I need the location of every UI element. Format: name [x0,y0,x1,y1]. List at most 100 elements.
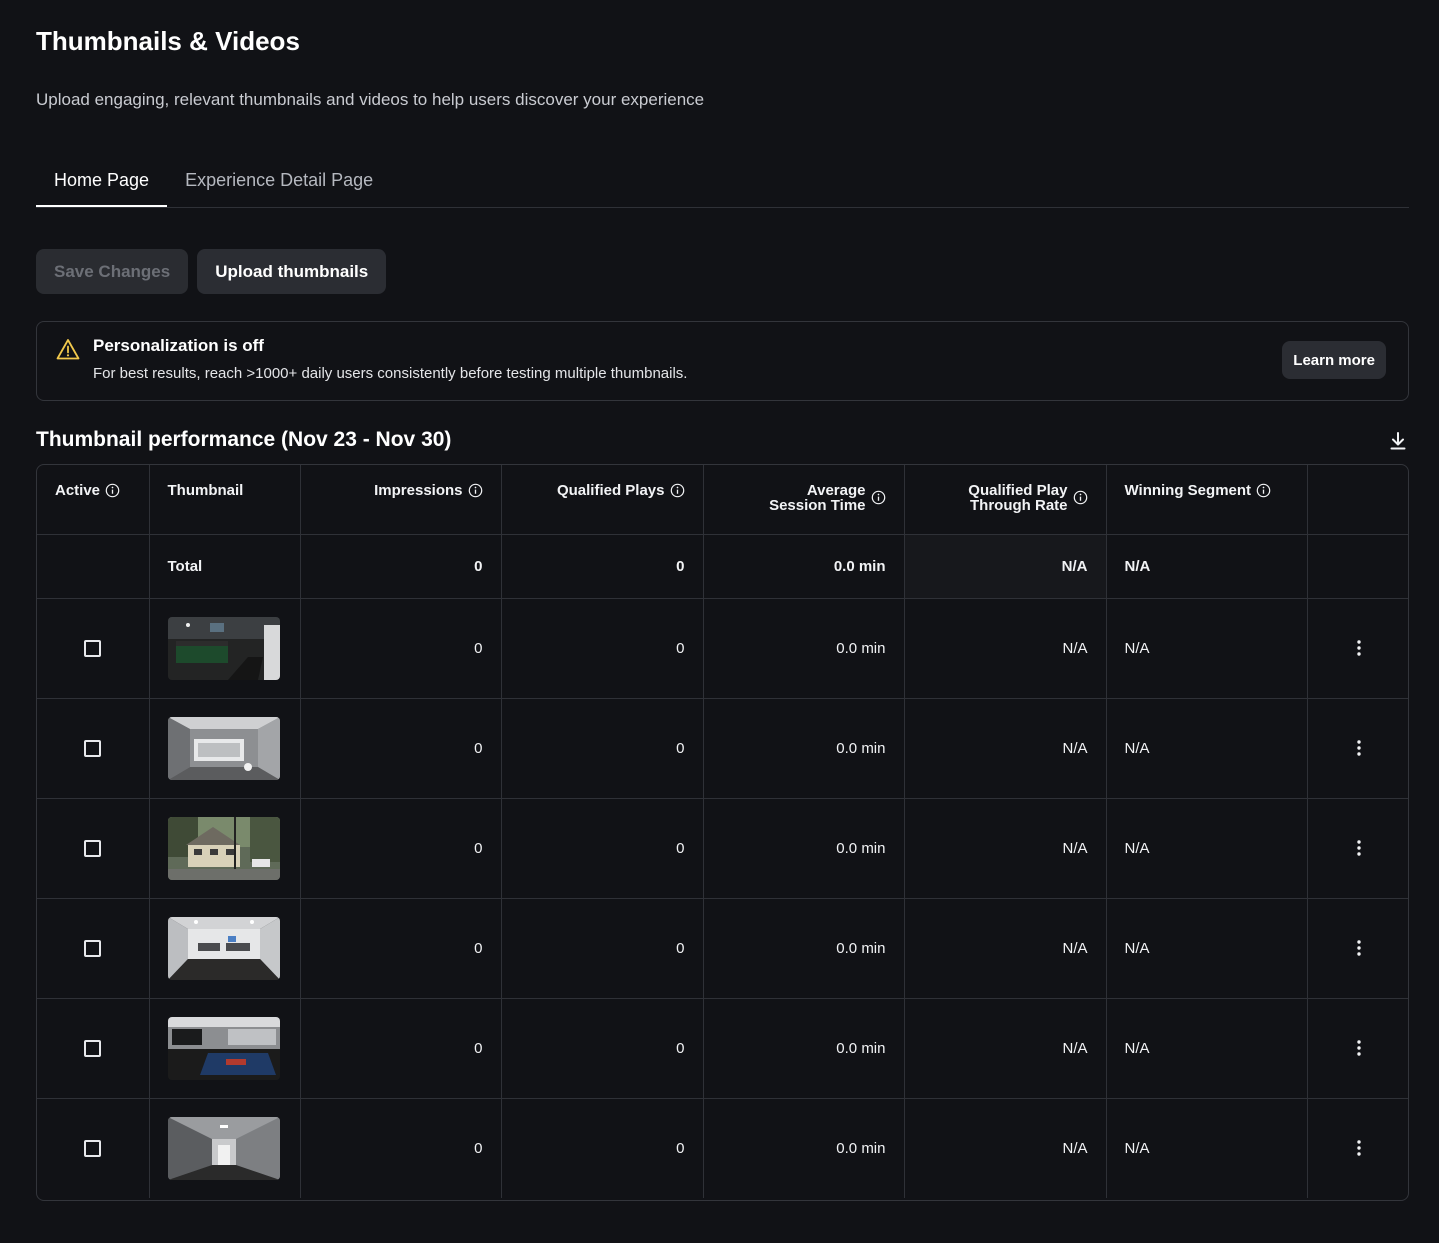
total-active-cell [37,534,150,599]
average-session-time-cell: 0.0 min [703,798,905,899]
actions-cell [1307,798,1408,899]
column-header-winning-segment: Winning Segment [1106,465,1308,535]
thumbnail-cell [149,798,301,899]
total-actions-cell [1307,534,1408,599]
active-checkbox[interactable] [84,639,102,657]
qualified-play-through-rate-cell: N/A [904,698,1107,799]
column-header-impressions: Impressions [300,465,502,535]
active-cell [37,798,150,899]
average-session-time-cell: 0.0 min [703,998,905,1099]
column-header-active: Active [37,465,150,535]
winning-segment-cell: N/A [1106,1098,1308,1198]
total-label: Total [149,534,301,599]
total-impressions: 0 [300,534,502,599]
winning-segment-cell: N/A [1106,698,1308,799]
qualified-plays-cell: 0 [501,798,704,899]
winning-segment-cell: N/A [1106,898,1308,999]
thumbnail-cell [149,1098,301,1198]
impressions-cell: 0 [300,598,502,699]
column-label: Qualified Plays [556,482,665,499]
active-cell [37,998,150,1099]
more-options-icon[interactable] [1351,639,1367,657]
tab-experience-detail-page[interactable]: Experience Detail Page [167,160,391,207]
impressions-cell: 0 [300,1098,502,1198]
table-header-row: Active Thumbnail Impressions Qualified P… [37,465,1408,535]
info-icon[interactable] [871,490,886,505]
more-options-icon[interactable] [1351,1039,1367,1057]
total-qualified-play-through-rate: N/A [904,534,1107,599]
thumbnail-image[interactable] [167,1116,280,1180]
page-subtitle: Upload engaging, relevant thumbnails and… [36,90,705,109]
table-row: 0 0 0.0 min N/A N/A [37,1098,1408,1198]
active-checkbox[interactable] [84,1039,102,1057]
page-title: Thumbnails & Videos [36,26,300,56]
qualified-plays-cell: 0 [501,898,704,999]
actions-cell [1307,998,1408,1099]
column-label: Thumbnail [167,482,244,499]
more-options-icon[interactable] [1351,839,1367,857]
column-label: Active [55,482,101,499]
thumbnail-image[interactable] [167,816,280,880]
average-session-time-cell: 0.0 min [703,898,905,999]
performance-table: Active Thumbnail Impressions Qualified P… [36,464,1409,1201]
info-icon[interactable] [670,483,685,498]
more-options-icon[interactable] [1351,739,1367,757]
total-winning-segment: N/A [1106,534,1308,599]
total-average-session-time: 0.0 min [703,534,905,599]
info-icon[interactable] [1256,483,1271,498]
impressions-cell: 0 [300,898,502,999]
info-icon[interactable] [1073,490,1088,505]
thumbnail-image[interactable] [167,616,280,680]
info-icon[interactable] [468,483,483,498]
more-options-icon[interactable] [1351,939,1367,957]
table-row: 0 0 0.0 min N/A N/A [37,598,1408,699]
warning-icon [56,339,80,360]
column-header-thumbnail: Thumbnail [149,465,301,535]
average-session-time-cell: 0.0 min [703,598,905,699]
qualified-play-through-rate-cell: N/A [904,598,1107,699]
thumbnail-cell [149,898,301,999]
more-options-icon[interactable] [1351,1139,1367,1157]
qualified-plays-cell: 0 [501,598,704,699]
thumbnail-image[interactable] [167,1016,280,1080]
thumbnail-cell [149,698,301,799]
actions-cell [1307,698,1408,799]
active-checkbox[interactable] [84,1140,102,1158]
qualified-plays-cell: 0 [501,698,704,799]
active-checkbox[interactable] [84,739,102,757]
column-label-line2: Through Rate [970,497,1068,514]
tab-home-page[interactable]: Home Page [36,160,168,207]
column-header-qualified-plays: Qualified Plays [501,465,704,535]
thumbnail-image[interactable] [167,916,280,980]
table-row: 0 0 0.0 min N/A N/A [37,698,1408,799]
qualified-play-through-rate-cell: N/A [904,998,1107,1099]
thumbnail-image[interactable] [167,716,280,780]
banner-title: Personalization is off [93,336,264,355]
average-session-time-cell: 0.0 min [703,698,905,799]
impressions-cell: 0 [300,798,502,899]
qualified-plays-cell: 0 [501,998,704,1099]
actions-cell [1307,598,1408,699]
winning-segment-cell: N/A [1106,998,1308,1099]
tab-bar: Home Page Experience Detail Page [36,160,1409,208]
actions-cell [1307,1098,1408,1198]
learn-more-button[interactable]: Learn more [1282,341,1386,379]
active-checkbox[interactable] [84,939,102,957]
qualified-play-through-rate-cell: N/A [904,798,1107,899]
thumbnail-cell [149,598,301,699]
active-cell [37,698,150,799]
info-icon[interactable] [105,483,120,498]
average-session-time-cell: 0.0 min [703,1098,905,1198]
qualified-plays-cell: 0 [501,1098,704,1198]
table-row: 0 0 0.0 min N/A N/A [37,798,1408,899]
active-checkbox[interactable] [84,839,102,857]
upload-thumbnails-button[interactable]: Upload thumbnails [197,249,387,294]
column-label-line2: Session Time [769,497,866,514]
total-row: Total 0 0 0.0 min N/A N/A [37,534,1408,599]
active-cell [37,1098,150,1198]
download-icon[interactable] [1389,431,1407,451]
performance-title: Thumbnail performance (Nov 23 - Nov 30) [36,428,452,451]
save-changes-button[interactable]: Save Changes [36,249,189,294]
column-header-average-session-time: Average Session Time [703,465,905,535]
qualified-play-through-rate-cell: N/A [904,1098,1107,1198]
